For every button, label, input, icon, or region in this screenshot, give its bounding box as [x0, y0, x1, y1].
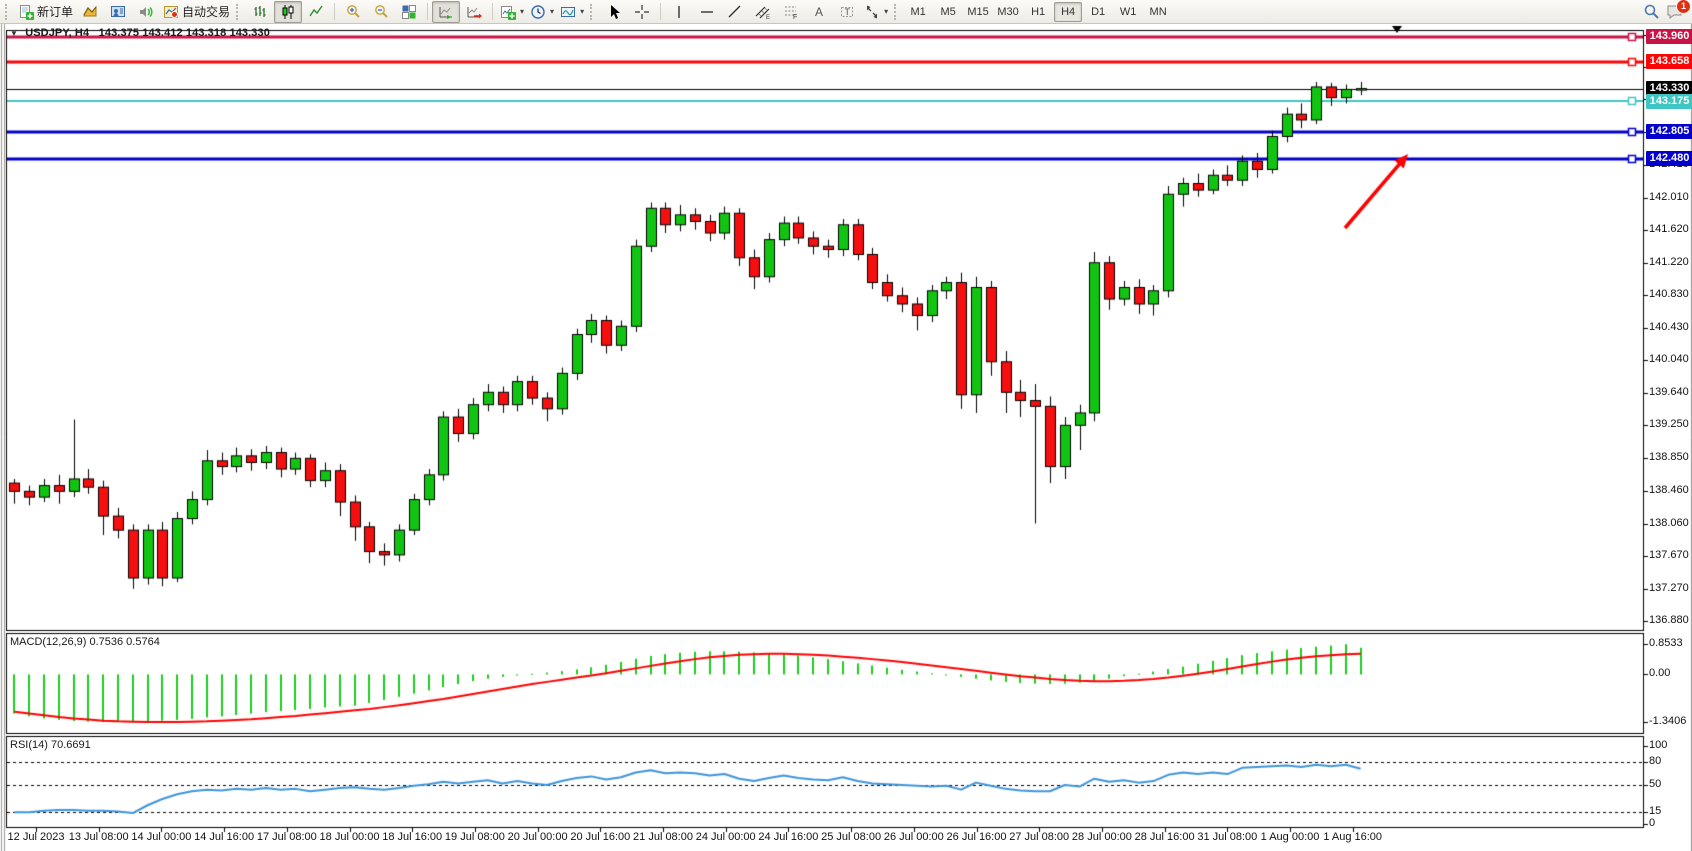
text-icon: A: [811, 4, 827, 20]
timeframe-bar: M1M5M15M30H1H4D1W1MN: [904, 2, 1172, 22]
chevron-down-icon: ▾: [550, 7, 554, 16]
notification-badge: 1: [1676, 0, 1691, 14]
sounds-button[interactable]: [132, 1, 160, 23]
fibonacci-icon: F: [783, 4, 799, 20]
text-label-icon: T: [839, 4, 855, 20]
zoom-out-button[interactable]: [367, 1, 395, 23]
market-watch-icon: [82, 4, 98, 20]
svg-text:A: A: [815, 5, 823, 19]
period-clock-button[interactable]: ▾: [527, 1, 557, 23]
svg-text:F: F: [793, 14, 797, 20]
tile-windows-icon: [401, 4, 417, 20]
main-toolbar: 新订单 自动交易: [0, 0, 1692, 24]
bar-chart-icon: [252, 4, 268, 20]
chevron-down-icon: ▾: [580, 7, 584, 16]
vertical-line-button[interactable]: [665, 1, 693, 23]
zoom-out-icon: [373, 4, 389, 20]
fibonacci-button[interactable]: F: [777, 1, 805, 23]
crosshair-icon: [634, 4, 650, 20]
tab-timeframe-M5[interactable]: M5: [934, 2, 962, 22]
zoom-in-icon: [345, 4, 361, 20]
channel-icon: E: [755, 4, 771, 20]
market-watch-button[interactable]: [76, 1, 104, 23]
tab-timeframe-M30[interactable]: M30: [994, 2, 1022, 22]
template-icon: [560, 4, 576, 20]
cursor-button[interactable]: [600, 1, 628, 23]
line-chart-button[interactable]: [302, 1, 330, 23]
zoom-in-button[interactable]: [339, 1, 367, 23]
arrows-button[interactable]: ▾: [861, 1, 891, 23]
line-chart-icon: [308, 4, 324, 20]
toolbar-grip[interactable]: [894, 4, 901, 20]
tab-timeframe-M15[interactable]: M15: [964, 2, 992, 22]
chevron-down-icon: ▾: [884, 7, 888, 16]
tab-timeframe-D1[interactable]: D1: [1084, 2, 1112, 22]
vertical-line-icon: [671, 4, 687, 20]
horizontal-line-icon: [699, 4, 715, 20]
tab-timeframe-H4[interactable]: H4: [1054, 2, 1082, 22]
chart-shift-button[interactable]: [460, 1, 488, 23]
bar-chart-button[interactable]: [246, 1, 274, 23]
chevron-down-icon: ▾: [520, 7, 524, 16]
toolbar-grip[interactable]: [5, 4, 12, 20]
autotrade-icon: [163, 4, 179, 20]
tab-timeframe-W1[interactable]: W1: [1114, 2, 1142, 22]
auto-scroll-icon: [438, 4, 454, 20]
svg-text:E: E: [766, 15, 770, 20]
text-label-button[interactable]: T: [833, 1, 861, 23]
tab-timeframe-MN[interactable]: MN: [1144, 2, 1172, 22]
tab-timeframe-M1[interactable]: M1: [904, 2, 932, 22]
trendline-icon: [727, 4, 743, 20]
navigator-button[interactable]: [104, 1, 132, 23]
template-button[interactable]: ▾: [557, 1, 587, 23]
sounds-icon: [138, 4, 154, 20]
chart-shift-icon: [466, 4, 482, 20]
toolbar-grip[interactable]: [590, 4, 597, 20]
channel-button[interactable]: E: [749, 1, 777, 23]
chat-button[interactable]: 1: [1666, 3, 1684, 20]
svg-text:T: T: [845, 7, 851, 17]
candlestick-chart-button[interactable]: [274, 1, 302, 23]
autotrade-label: 自动交易: [182, 3, 230, 20]
tab-timeframe-H1[interactable]: H1: [1024, 2, 1052, 22]
horizontal-line-button[interactable]: [693, 1, 721, 23]
indicators-add-button[interactable]: ▾: [497, 1, 527, 23]
new-order-button[interactable]: 新订单: [15, 1, 76, 23]
arrows-icon: [864, 4, 880, 20]
candlestick-chart-icon: [280, 4, 296, 20]
text-button[interactable]: A: [805, 1, 833, 23]
search-icon[interactable]: [1643, 3, 1660, 20]
indicators-add-icon: [500, 4, 516, 20]
tile-windows-button[interactable]: [395, 1, 423, 23]
new-order-label: 新订单: [37, 3, 73, 20]
crosshair-button[interactable]: [628, 1, 656, 23]
new-order-icon: [18, 4, 34, 20]
trendline-button[interactable]: [721, 1, 749, 23]
cursor-icon: [606, 4, 622, 20]
navigator-icon: [110, 4, 126, 20]
period-clock-icon: [530, 4, 546, 20]
toolbar-grip[interactable]: [236, 4, 243, 20]
autotrade-button[interactable]: 自动交易: [160, 1, 233, 23]
chart-canvas[interactable]: [0, 0, 1692, 851]
auto-scroll-button[interactable]: [432, 1, 460, 23]
